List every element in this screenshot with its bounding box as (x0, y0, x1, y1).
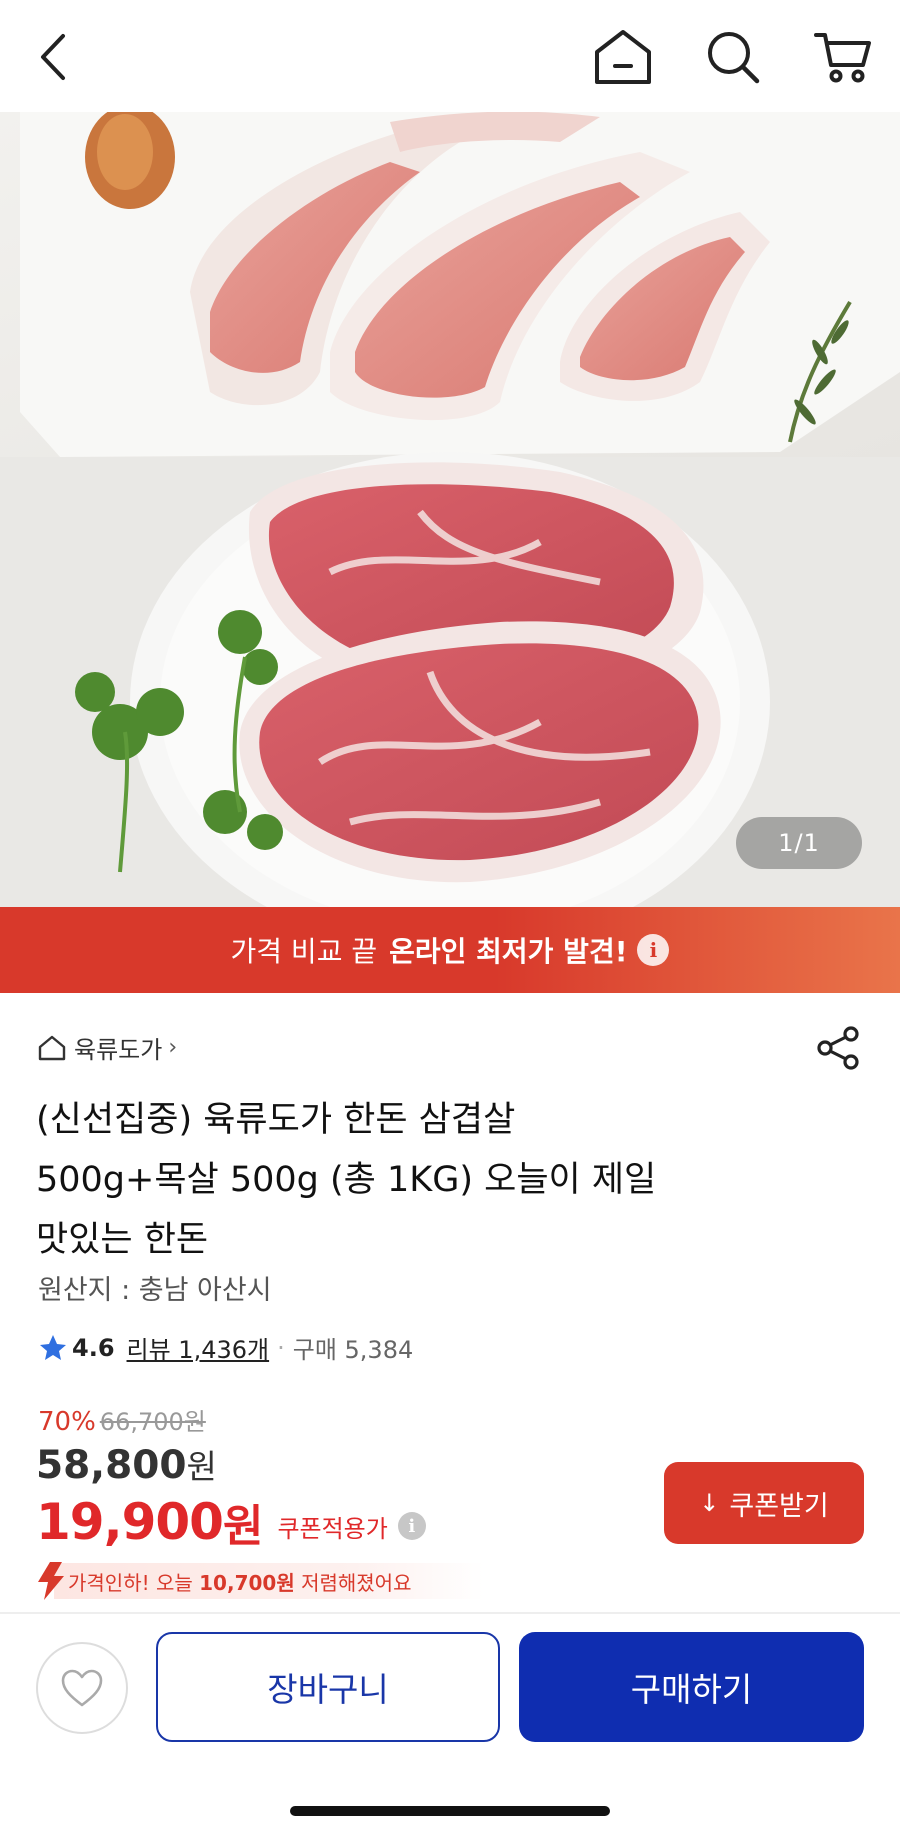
wishlist-button[interactable] (36, 1642, 128, 1734)
seller-name: 육류도가 (74, 1036, 163, 1064)
coupon-price: 19,900 원 쿠폰적용가 i (36, 1490, 426, 1554)
share-icon (817, 1026, 859, 1070)
download-arrow-icon: ↓ (699, 1489, 720, 1517)
separator-dot: · (277, 1333, 285, 1362)
top-app-bar (0, 0, 900, 112)
rating-summary: 4.6 리뷰 1,436개 · 구매 5,384 (38, 1330, 413, 1365)
back-button[interactable] (18, 22, 88, 92)
product-photo (0, 112, 900, 907)
add-to-cart-button[interactable]: 장바구니 (156, 1632, 500, 1742)
get-coupon-label: 쿠폰받기 (729, 1490, 829, 1522)
image-counter: 1/1 (736, 817, 862, 869)
seller-link[interactable]: 육류도가 › (38, 1030, 177, 1065)
divider (0, 1612, 900, 1614)
share-button[interactable] (812, 1022, 864, 1074)
sale-price-value: 58,800 (36, 1443, 187, 1488)
origin-info: 원산지 : 충남 아산시 (38, 1275, 272, 1306)
heart-icon (61, 1669, 103, 1707)
get-coupon-button[interactable]: ↓ 쿠폰받기 (664, 1462, 864, 1544)
lowest-price-banner[interactable]: 가격 비교 끝 온라인 최저가 발견! i (0, 907, 900, 993)
discount-percent: 70% (38, 1407, 96, 1437)
info-icon[interactable]: i (637, 934, 670, 966)
home-icon (595, 30, 651, 84)
original-price: 66,700원 (99, 1408, 206, 1436)
info-icon[interactable]: i (397, 1512, 426, 1540)
home-button[interactable] (588, 22, 658, 92)
chevron-left-icon (41, 34, 65, 80)
price-drop-notice: 가격인하! 오늘 10,700원 저렴해졌어요 (36, 1562, 484, 1600)
store-home-icon (38, 1035, 66, 1060)
product-image-carousel[interactable]: 1/1 (0, 112, 900, 907)
cart-icon (814, 33, 871, 83)
product-title: (신선집중) 육류도가 한돈 삼겹살 500g+목살 500g (총 1KG) … (36, 1090, 856, 1270)
title-line: (신선집중) 육류도가 한돈 삼겹살 (36, 1100, 516, 1140)
sale-price-unit: 원 (186, 1447, 217, 1486)
purchase-count: 구매 5,384 (292, 1336, 414, 1364)
lightning-down-icon (38, 1562, 64, 1600)
review-count-link[interactable]: 리뷰 1,436개 (127, 1330, 270, 1365)
coupon-price-unit: 원 (222, 1501, 264, 1552)
discount-row: 70% 66,700원 (38, 1402, 206, 1437)
star-icon (40, 1334, 66, 1360)
buy-now-button[interactable]: 구매하기 (519, 1632, 864, 1742)
title-line: 500g+목살 500g (총 1KG) 오늘이 제일 (36, 1160, 657, 1200)
home-indicator (290, 1806, 610, 1816)
promo-text: 가격 비교 끝 (230, 935, 378, 968)
search-icon (708, 32, 760, 84)
sale-price: 58,800원 (36, 1440, 217, 1488)
rating-score: 4.6 (72, 1333, 115, 1362)
promo-highlight: 온라인 최저가 발견! (389, 935, 628, 968)
cart-button[interactable] (808, 22, 878, 92)
search-button[interactable] (698, 22, 768, 92)
price-drop-text: 가격인하! 오늘 10,700원 저렴해졌어요 (68, 1570, 412, 1595)
coupon-price-label: 쿠폰적용가 (277, 1514, 388, 1543)
title-line: 맛있는 한돈 (36, 1220, 209, 1260)
coupon-price-value: 19,900 (36, 1493, 224, 1551)
chevron-right-icon: › (168, 1035, 178, 1060)
